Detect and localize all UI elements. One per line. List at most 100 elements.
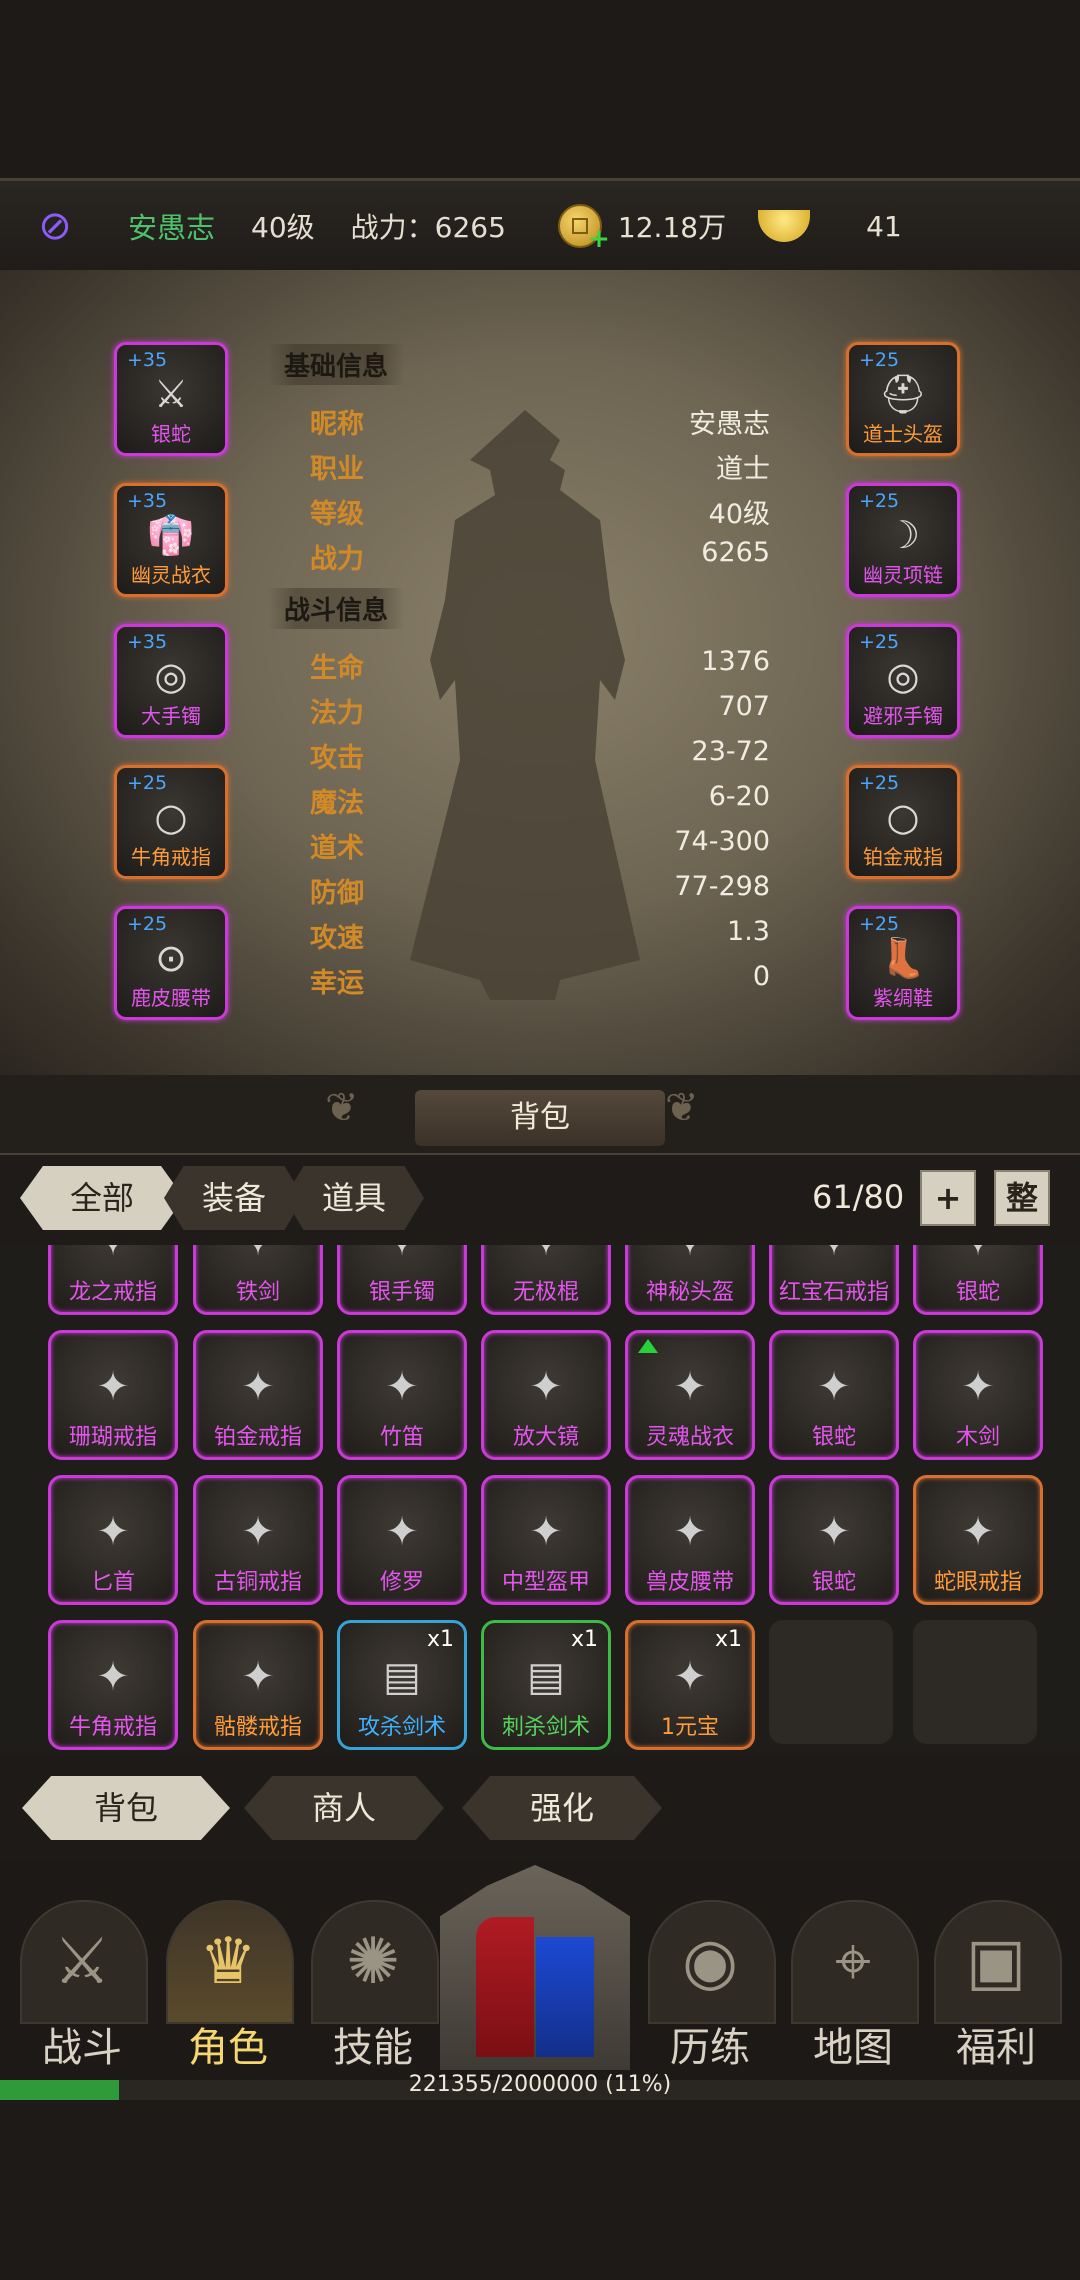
coin-icon[interactable]: + — [557, 204, 610, 254]
robe-icon: 👘 — [147, 513, 195, 557]
ring-icon: ○ — [154, 795, 188, 839]
equip-slot-boots[interactable]: +25 👢 紫绸鞋 — [846, 906, 960, 1020]
item-icon: ✦ — [96, 1364, 130, 1410]
ring-icon: ○ — [886, 795, 920, 839]
bag-item[interactable]: ✦ 兽皮腰带 — [625, 1475, 755, 1605]
lower-tab-enhance[interactable]: 强化 — [462, 1776, 662, 1840]
bag-item[interactable]: ✦ 中型盔甲 — [481, 1475, 611, 1605]
mp-orb — [536, 1937, 594, 2057]
nav-battle[interactable]: ⚔ 战斗 — [12, 1860, 152, 2080]
item-label: 珊瑚戒指 — [68, 1425, 157, 1450]
bag-item[interactable]: ✦ 匕首 — [48, 1475, 178, 1605]
bag-item[interactable]: ✦ 修罗 — [337, 1475, 467, 1605]
gold-ingot-icon — [758, 210, 811, 242]
equip-slot-bracelet-left[interactable]: +35 ◎ 大手镯 — [114, 624, 228, 738]
bag-slot-empty[interactable] — [769, 1620, 893, 1744]
top-status-bar: ⊘ 安愚志 40级 战力：6265 + 12.18万 41 — [0, 178, 1080, 274]
bag-item[interactable]: ✦ 铂金戒指 — [193, 1330, 323, 1460]
bag-item[interactable]: ✦ 蛇眼戒指 — [913, 1475, 1043, 1605]
equip-slot-weapon[interactable]: +35 ⚔ 银蛇 — [114, 342, 228, 456]
crown-icon: ♛ — [199, 1925, 257, 1999]
equip-slot-ring-left[interactable]: +25 ○ 牛角戒指 — [114, 765, 228, 879]
bag-item[interactable]: ✦ 红宝石戒指 — [769, 1245, 899, 1315]
item-quantity: x1 — [570, 1627, 598, 1652]
equip-slot-bracelet-right[interactable]: +25 ◎ 避邪手镯 — [846, 624, 960, 738]
item-icon: ✦ — [518, 1245, 574, 1270]
stat-row-class: 职业 道士 — [310, 454, 770, 485]
bag-grid: ✦ 龙之戒指 ✦ 铁剑 ✦ 银手镯 ✦ 无极棍 ✦ 神秘头盔 ✦ 红宝石戒指 ✦ 银蛇 ✦ 珊瑚戒指 ✦ 铂金戒指… — [0, 1245, 1080, 1755]
bag-item[interactable]: ✦ 银手镯 — [337, 1245, 467, 1315]
item-label: 神秘头盔 — [645, 1280, 734, 1305]
item-icon: ✦ — [241, 1364, 275, 1410]
bag-item[interactable]: ✦ 银蛇 — [769, 1330, 899, 1460]
lower-tab-bag[interactable]: 背包 — [22, 1776, 230, 1840]
item-label: 古铜戒指 — [213, 1570, 302, 1595]
dragon-ornament-left-icon: ❦ — [325, 1085, 359, 1131]
stat-row-magic: 魔法 6-20 — [310, 781, 770, 819]
bag-item[interactable]: ✦ 放大镜 — [481, 1330, 611, 1460]
item-label: 1元宝 — [661, 1715, 719, 1740]
portal-gate[interactable] — [440, 1865, 630, 2070]
nav-map[interactable]: ⌖ 地图 — [783, 1860, 923, 2080]
bag-item[interactable]: ✦ 竹笛 — [337, 1330, 467, 1460]
item-label: 银蛇 — [811, 1425, 856, 1450]
tab-equipment[interactable]: 装备 — [164, 1166, 304, 1230]
stat-row-hp: 生命 1376 — [310, 646, 770, 684]
item-icon: ✦ — [806, 1245, 862, 1270]
stat-row-luck: 幸运 0 — [310, 961, 770, 999]
sort-bag-button[interactable]: 整 — [994, 1170, 1050, 1226]
nav-welfare[interactable]: ▣ 福利 — [926, 1860, 1066, 2080]
equip-slot-ring-right[interactable]: +25 ○ 铂金戒指 — [846, 765, 960, 879]
bag-item[interactable]: ✦ 灵魂战衣 — [625, 1330, 755, 1460]
bag-item[interactable]: ✦ 银蛇 — [769, 1475, 899, 1605]
stat-row-attack: 攻击 23-72 — [310, 736, 770, 774]
item-icon: ✦ — [817, 1364, 851, 1410]
equip-slot-helmet[interactable]: +25 ⛑ 道士头盔 — [846, 342, 960, 456]
tab-all[interactable]: 全部 — [20, 1166, 184, 1230]
bag-item[interactable]: ✦ 无极棍 — [481, 1245, 611, 1315]
add-coin-icon[interactable]: + — [588, 224, 610, 254]
item-label: 银蛇 — [811, 1570, 856, 1595]
item-label: 灵魂战衣 — [645, 1425, 734, 1450]
nav-character[interactable]: ♛ 角色 — [158, 1860, 298, 2080]
bag-item[interactable]: ✦ 铁剑 — [193, 1245, 323, 1315]
equip-slot-belt[interactable]: +25 ⊙ 鹿皮腰带 — [114, 906, 228, 1020]
stat-row-defense: 防御 77-298 — [310, 871, 770, 909]
bag-item[interactable]: ✦ 骷髅戒指 — [193, 1620, 323, 1750]
equip-slot-necklace[interactable]: +25 ☽ 幽灵项链 — [846, 483, 960, 597]
stat-row-power: 战力 6265 — [310, 537, 770, 575]
item-label: 修罗 — [379, 1570, 424, 1595]
bag-item[interactable]: ✦ 古铜戒指 — [193, 1475, 323, 1605]
guild-logo-icon[interactable]: ⊘ — [30, 201, 80, 251]
tab-items[interactable]: 道具 — [284, 1166, 424, 1230]
item-label: 蛇眼戒指 — [933, 1570, 1022, 1595]
item-icon: ✦ — [529, 1364, 563, 1410]
bag-item[interactable]: ✦ 1元宝 x1 — [625, 1620, 755, 1750]
bag-capacity: 61/80 — [812, 1178, 905, 1216]
item-icon: ▤ — [527, 1654, 565, 1700]
lower-tab-merchant[interactable]: 商人 — [244, 1776, 444, 1840]
bag-item[interactable]: ✦ 银蛇 — [913, 1245, 1043, 1315]
bag-item[interactable]: ✦ 木剑 — [913, 1330, 1043, 1460]
bag-item[interactable]: ✦ 神秘头盔 — [625, 1245, 755, 1315]
nav-skills[interactable]: ✺ 技能 — [303, 1860, 443, 2080]
bag-item[interactable]: ✦ 龙之戒指 — [48, 1245, 178, 1315]
item-icon: ✦ — [817, 1509, 851, 1555]
gold-amount: 41 — [866, 209, 902, 243]
sword-icon: ⚔ — [153, 372, 189, 416]
nav-training[interactable]: ◉ 历练 — [640, 1860, 780, 2080]
bag-item[interactable]: ▤ 攻杀剑术 x1 — [337, 1620, 467, 1750]
bag-slot-empty[interactable] — [913, 1620, 1037, 1744]
helmet-icon: ⛑ — [878, 372, 928, 416]
equip-slot-armor[interactable]: +35 👘 幽灵战衣 — [114, 483, 228, 597]
crossed-swords-icon: ⚔ — [53, 1925, 111, 1999]
stat-row-mp: 法力 707 — [310, 691, 770, 729]
character-panel: 基础信息 昵称 安愚志 职业 道士 等级 40级 战力 6265 战斗信息 生命 1376… — [0, 270, 1080, 1075]
bag-item[interactable]: ▤ 刺杀剑术 x1 — [481, 1620, 611, 1750]
item-label: 木剑 — [955, 1425, 1000, 1450]
bag-item[interactable]: ✦ 珊瑚戒指 — [48, 1330, 178, 1460]
expand-bag-button[interactable]: + — [920, 1170, 976, 1226]
item-label: 兽皮腰带 — [645, 1570, 734, 1595]
bag-item[interactable]: ✦ 牛角戒指 — [48, 1620, 178, 1750]
item-icon: ✦ — [230, 1245, 286, 1270]
